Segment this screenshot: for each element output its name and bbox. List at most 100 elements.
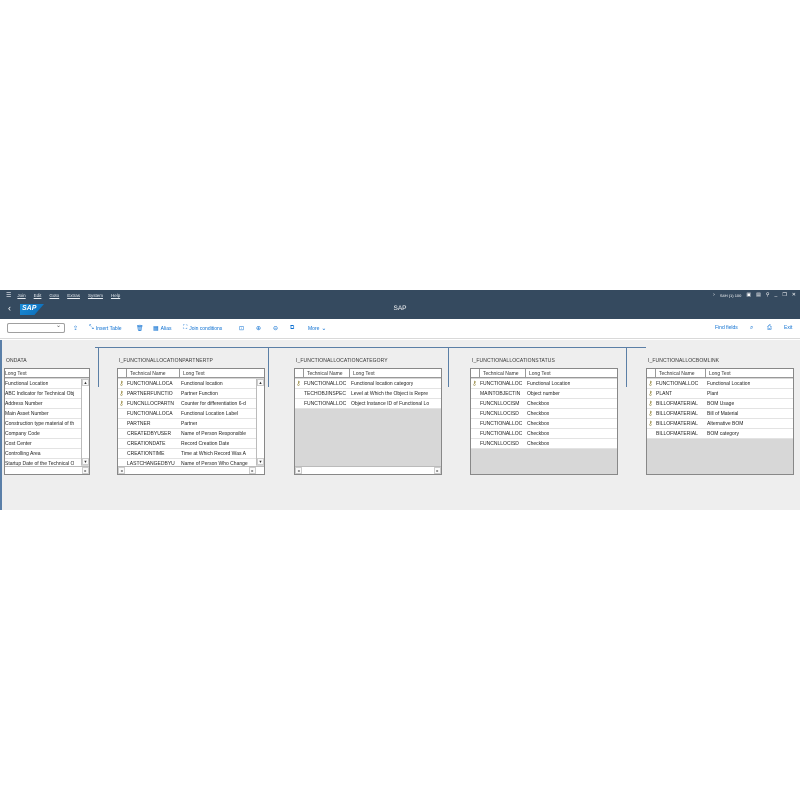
fit-icon[interactable]: ⊡ bbox=[239, 325, 244, 332]
insert-table-button[interactable]: ⤡ Insert Table bbox=[89, 325, 122, 332]
window-controls: › S4H (1) 100 ▣ ▤ ⚲ _ ❐ ✕ bbox=[713, 290, 796, 300]
vertical-scrollbar[interactable]: ▲ ▼ bbox=[81, 379, 89, 465]
join-line bbox=[95, 347, 268, 348]
scroll-down-icon[interactable]: ▼ bbox=[82, 458, 89, 465]
join-canvas[interactable]: ONDATA Long Text Functional Location ABC … bbox=[0, 340, 800, 510]
menu-item-edit[interactable]: Edit bbox=[34, 293, 42, 298]
table-name: I_FUNCTIONALLOCATIONPARTNERTP bbox=[119, 358, 213, 364]
table-i-functionallocationstatus[interactable]: I_FUNCTIONALLOCATIONSTATUS Technical Nam… bbox=[470, 358, 618, 475]
no-key-spacer bbox=[471, 390, 478, 398]
expand-icon[interactable]: › bbox=[713, 292, 715, 298]
field-row[interactable]: CREATIONTIME Time at Which Record Was A bbox=[118, 449, 256, 459]
no-key-spacer bbox=[471, 410, 478, 418]
menu-item-goto[interactable]: Goto bbox=[49, 293, 59, 298]
field-row[interactable]: FUNCTIONALLOC Object Instance ID of Funct… bbox=[295, 399, 441, 409]
horizontal-scrollbar[interactable]: ◂ ▸ bbox=[118, 466, 264, 474]
horizontal-scrollbar[interactable]: ▸ bbox=[5, 466, 89, 474]
join-line bbox=[448, 347, 626, 348]
field-row[interactable]: CREATIONDATE Record Creation Date bbox=[118, 439, 256, 449]
field-row[interactable]: FUNCNLLOCISM Checkbox bbox=[471, 399, 617, 409]
table-i-functionallocationpartnertp[interactable]: I_FUNCTIONALLOCATIONPARTNERTP Technical … bbox=[117, 358, 265, 475]
key-icon: ⚷ bbox=[648, 381, 653, 387]
field-technical-name: FUNCTIONALLOC bbox=[480, 420, 523, 427]
field-row[interactable]: Address Number bbox=[5, 399, 81, 409]
hamburger-menu-icon[interactable]: ☰ bbox=[6, 292, 11, 299]
field-row[interactable]: CREATEDBYUSER Name of Person Responsible bbox=[118, 429, 256, 439]
join-conditions-button[interactable]: ⛶ Join conditions bbox=[183, 325, 222, 332]
field-row[interactable]: ⚷ BILLOFMATERIAL Bill of Material bbox=[647, 409, 793, 419]
zoom-out-icon[interactable]: ⊖ bbox=[273, 325, 278, 332]
scroll-up-icon[interactable]: ▲ bbox=[82, 379, 89, 386]
field-long-text: Time at Which Record Was A bbox=[181, 450, 246, 457]
field-row[interactable]: Cost Center bbox=[5, 439, 81, 449]
selection-dropdown[interactable] bbox=[7, 322, 65, 333]
scroll-left-icon[interactable]: ◂ bbox=[295, 467, 302, 474]
find-fields-button[interactable]: Find fields bbox=[715, 325, 738, 331]
field-long-text: Checkbox bbox=[527, 410, 550, 417]
alias-button[interactable]: ▦ Alias bbox=[153, 325, 172, 333]
field-long-text: Functional Location bbox=[707, 380, 751, 387]
vertical-scrollbar[interactable]: ▲ ▼ bbox=[256, 379, 264, 465]
overview-icon[interactable]: ⧉ bbox=[290, 325, 294, 332]
no-key-spacer bbox=[295, 400, 302, 408]
menu-item-join[interactable]: Join bbox=[17, 293, 25, 298]
field-row[interactable]: ⚷ FUNCTIONALLOCA Functional location bbox=[118, 379, 256, 389]
menu-item-system[interactable]: System bbox=[88, 293, 103, 298]
field-row[interactable]: BILLOFMATERIAL BOM category bbox=[647, 429, 793, 439]
field-row[interactable]: FUNCTIONALLOCA Functional Location Label bbox=[118, 409, 256, 419]
field-row[interactable]: MAINTOBJECTIN Object number bbox=[471, 389, 617, 399]
field-row[interactable]: FUNCNLLOCISD Checkbox bbox=[471, 409, 617, 419]
minimize-icon[interactable]: _ bbox=[775, 292, 778, 298]
scroll-right-icon[interactable]: ▸ bbox=[434, 467, 441, 474]
chat-icon[interactable]: ▤ bbox=[756, 292, 761, 298]
restore-icon[interactable]: ❐ bbox=[782, 292, 786, 298]
field-long-text: Functional Location bbox=[527, 380, 571, 387]
field-row[interactable]: ⚷ BILLOFMATERIAL Alternative BOM bbox=[647, 419, 793, 429]
delete-icon[interactable]: 🗑 bbox=[136, 325, 144, 332]
table-functionallocationdata[interactable]: ONDATA Long Text Functional Location ABC … bbox=[4, 358, 90, 475]
field-row[interactable]: Functional Location bbox=[5, 379, 81, 389]
table-field-list: Technical Name Long Text ⚷ FUNCTIONALLOCA… bbox=[117, 368, 265, 475]
close-icon[interactable]: ✕ bbox=[792, 292, 796, 298]
scroll-down-icon[interactable]: ▼ bbox=[257, 458, 264, 465]
field-row[interactable]: ⚷ BILLOFMATERIAL BOM Usage bbox=[647, 399, 793, 409]
print-icon[interactable]: ⎙ bbox=[767, 325, 772, 332]
field-row[interactable]: ⚷ FUNCNLLOCPARTN Counter for differentiati… bbox=[118, 399, 256, 409]
table-i-functionallocationcategory[interactable]: I_FUNCTIONALLOCATIONCATEGORY Technical N… bbox=[294, 358, 442, 475]
field-row[interactable]: FUNCNLLOCISD Checkbox bbox=[471, 439, 617, 449]
zoom-in-icon[interactable]: ⊕ bbox=[256, 325, 261, 332]
field-row[interactable]: FUNCTIONALLOC Checkbox bbox=[471, 419, 617, 429]
screenshot-icon[interactable]: ▣ bbox=[746, 292, 751, 298]
exit-button[interactable]: Exit bbox=[784, 325, 792, 331]
field-technical-name: FUNCTIONALLOC bbox=[656, 380, 699, 387]
menu-item-help[interactable]: Help bbox=[111, 293, 120, 298]
menu-item-extras[interactable]: Extras bbox=[67, 293, 80, 298]
upload-icon[interactable]: ⇪ bbox=[73, 325, 78, 332]
field-row[interactable]: ⚷ FUNCTIONALLOC Functional Location bbox=[471, 379, 617, 389]
field-row[interactable]: FUNCTIONALLOC Checkbox bbox=[471, 429, 617, 439]
field-row[interactable]: ⚷ PLANT Plant bbox=[647, 389, 793, 399]
scroll-right-icon[interactable]: ▸ bbox=[249, 467, 256, 474]
settings-icon[interactable]: ⚲ bbox=[766, 292, 770, 298]
field-row[interactable]: Controlling Area bbox=[5, 449, 81, 459]
field-row[interactable]: ⚷ FUNCTIONALLOC Functional Location bbox=[647, 379, 793, 389]
field-row[interactable]: ⚷ PARTNERFUNCTIO Partner Function bbox=[118, 389, 256, 399]
scroll-right-icon[interactable]: ▸ bbox=[82, 467, 89, 474]
field-row[interactable]: ⚷ FUNCTIONALLOC Functional location catego… bbox=[295, 379, 441, 389]
field-technical-name: MAINTOBJECTIN bbox=[480, 390, 521, 397]
column-header-long-text: Long Text bbox=[529, 370, 551, 377]
scroll-left-icon[interactable]: ◂ bbox=[118, 467, 125, 474]
search-icon[interactable]: ⌕ bbox=[750, 325, 753, 332]
more-button[interactable]: More ⌄ bbox=[308, 325, 326, 333]
field-long-text: Construction type material of th bbox=[5, 420, 75, 427]
field-row[interactable]: Construction type material of th bbox=[5, 419, 81, 429]
field-row[interactable]: ABC Indicator for Technical Obj bbox=[5, 389, 81, 399]
field-row[interactable]: TECHOBJINSPEC Level at Which the Object i… bbox=[295, 389, 441, 399]
scroll-up-icon[interactable]: ▲ bbox=[257, 379, 264, 386]
horizontal-scrollbar[interactable]: ◂ ▸ bbox=[295, 466, 441, 474]
table-i-functionallocbomlink[interactable]: I_FUNCTIONALLOCBOMLINK Technical Name Lo… bbox=[646, 358, 794, 475]
field-row[interactable]: Main Asset Number bbox=[5, 409, 81, 419]
field-row[interactable]: Company Code bbox=[5, 429, 81, 439]
field-long-text: Level at Which the Object is Repre bbox=[351, 390, 428, 397]
field-row[interactable]: PARTNER Partner bbox=[118, 419, 256, 429]
